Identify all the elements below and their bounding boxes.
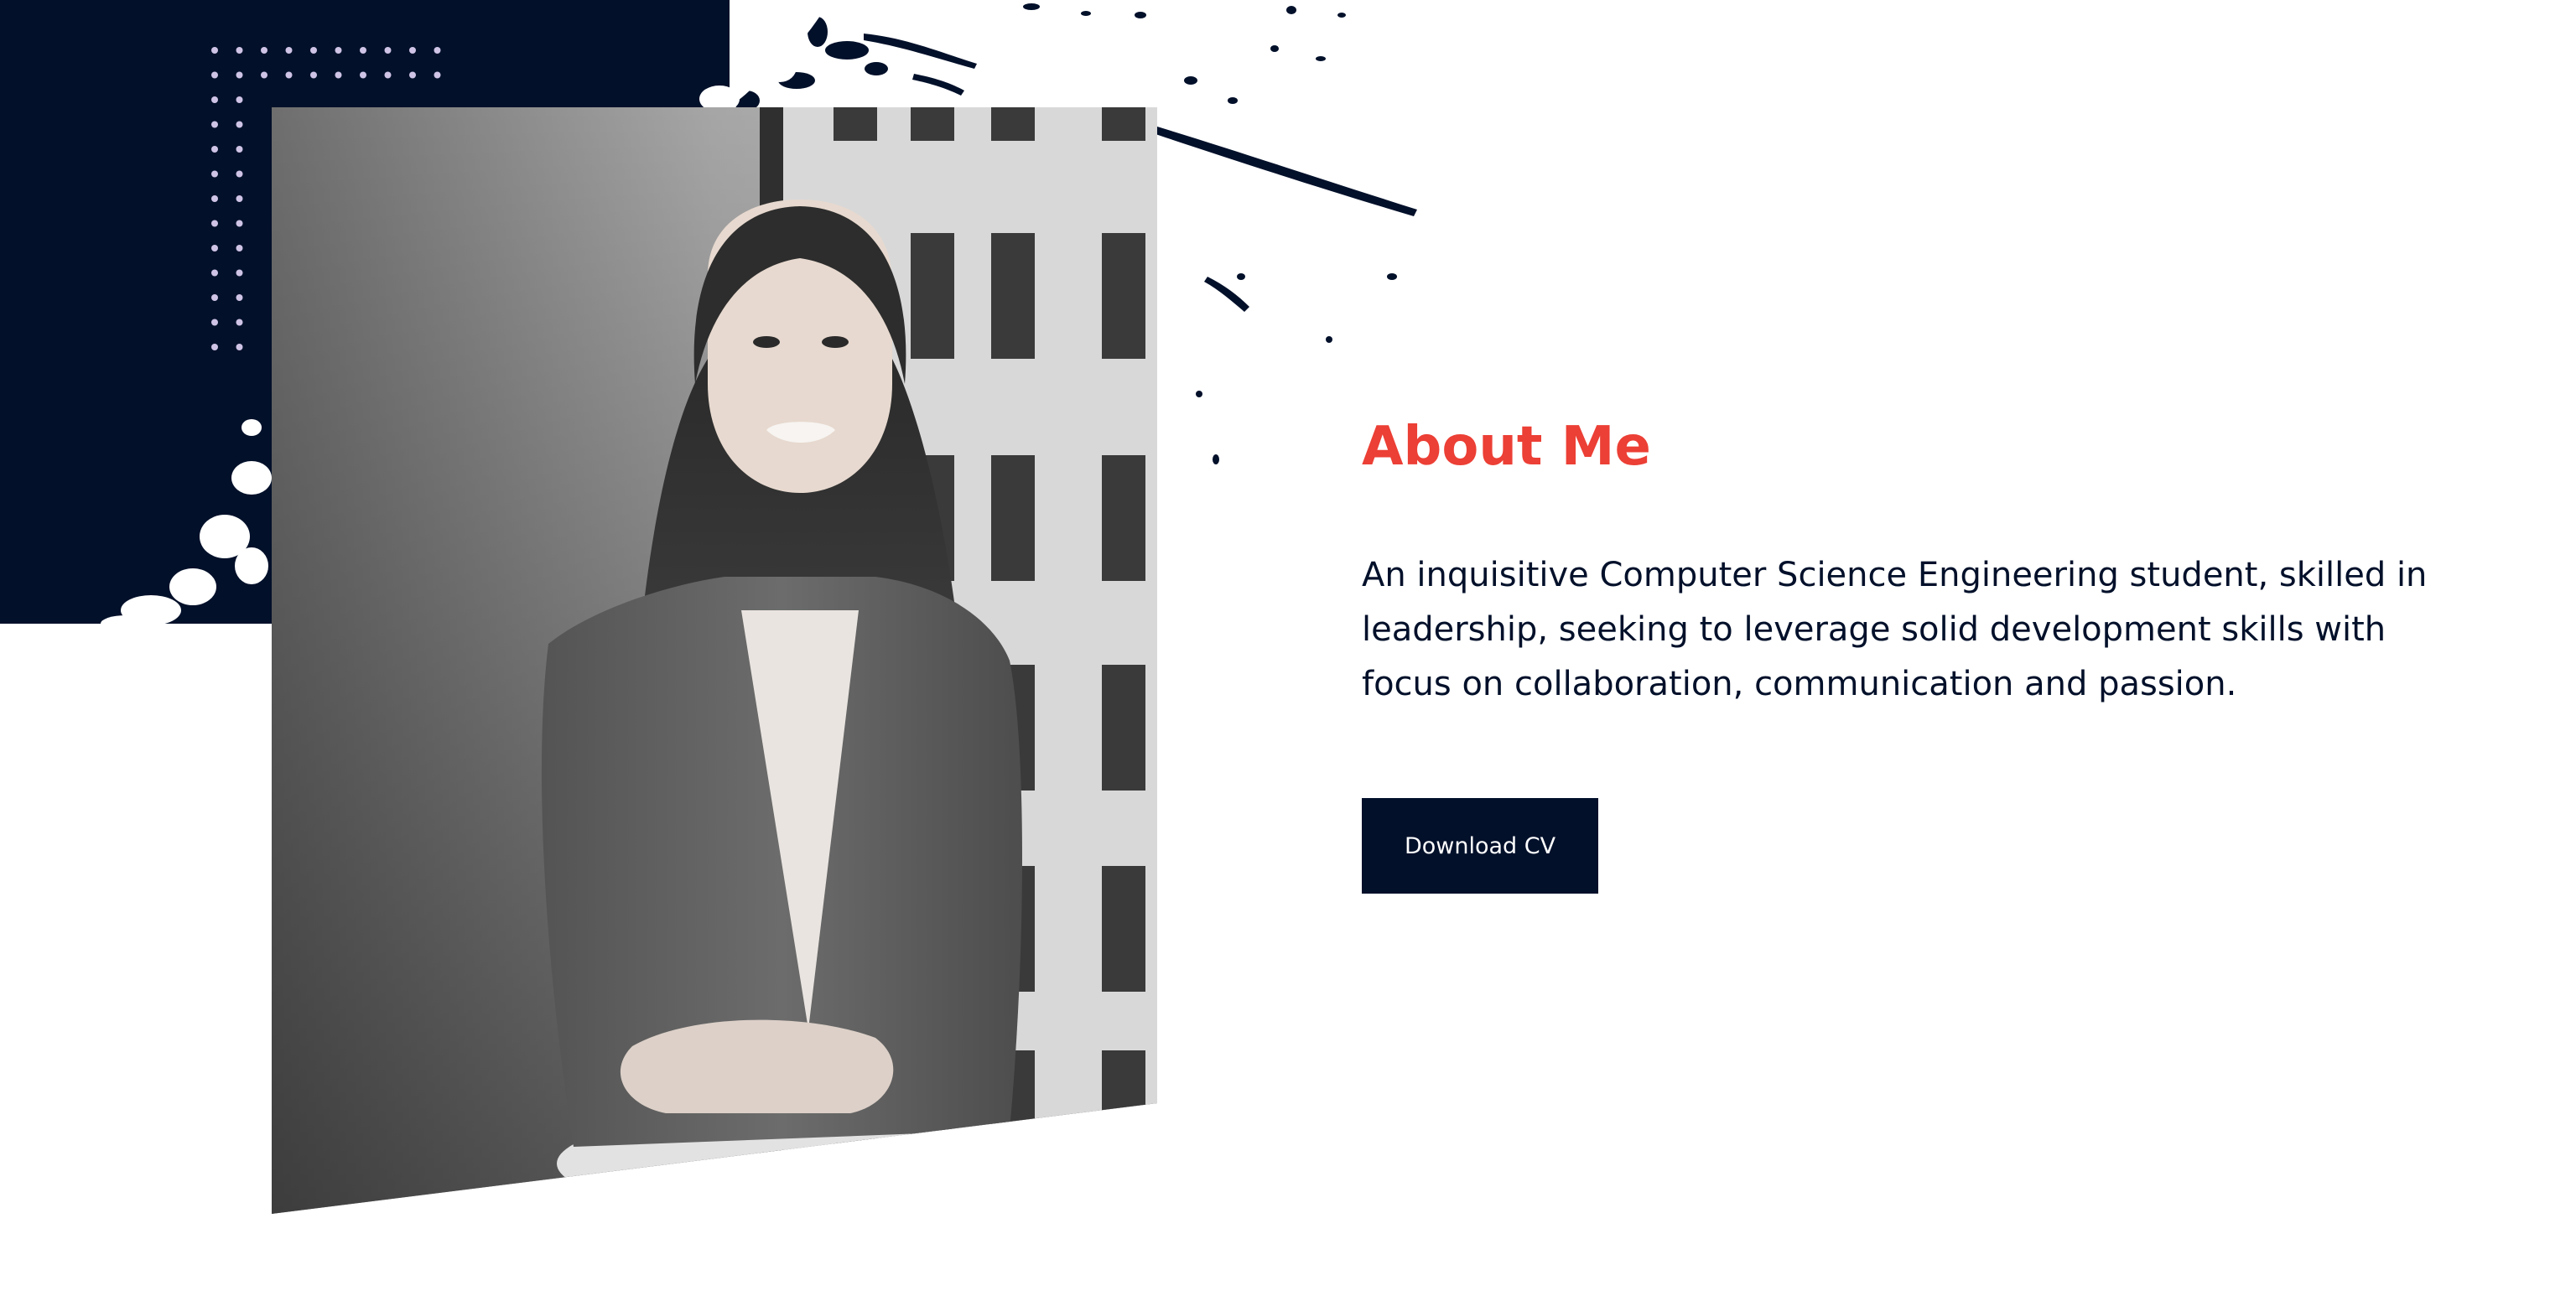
grid-dot [211, 294, 218, 301]
grid-dot [236, 220, 243, 227]
grid-dot [211, 47, 218, 54]
portrait-image [272, 107, 1157, 1214]
window-pane [1102, 107, 1145, 141]
profile-portrait [272, 107, 1157, 1214]
window-pane [991, 107, 1035, 141]
grid-dot [261, 47, 267, 54]
grid-dot [211, 220, 218, 227]
about-heading: About Me [1362, 416, 1651, 478]
grid-dot [236, 294, 243, 301]
grid-dot [360, 71, 366, 79]
grid-dot [335, 71, 342, 79]
window-pane [991, 233, 1035, 359]
grid-dot [285, 71, 293, 79]
grid-dot [211, 195, 218, 202]
grid-dot [236, 146, 243, 153]
grid-dot [434, 47, 441, 54]
grid-dot [236, 195, 243, 202]
grid-dot [211, 146, 218, 153]
grid-dot [211, 344, 218, 350]
grid-dot [211, 269, 218, 277]
grid-dot [261, 71, 267, 79]
grid-dot [335, 47, 342, 54]
window-pane [1102, 455, 1145, 581]
download-cv-button[interactable]: Download CV [1362, 798, 1598, 894]
grid-dot [211, 121, 218, 128]
window-pane [834, 107, 877, 141]
grid-dot [211, 71, 218, 79]
window-pane [1102, 233, 1145, 359]
grid-dot [236, 121, 243, 128]
grid-dot [236, 71, 243, 79]
grid-dot [211, 319, 218, 326]
grid-dot [236, 245, 243, 251]
grid-dot [236, 344, 243, 350]
grid-dot [409, 71, 416, 79]
grid-dot [384, 71, 392, 79]
grid-dot [409, 47, 416, 54]
grid-dot [384, 47, 392, 54]
grid-dot [285, 47, 293, 54]
grid-dot [360, 47, 366, 54]
grid-dot [434, 71, 441, 79]
window-pane [911, 107, 954, 141]
grid-dot [211, 245, 218, 251]
grid-dot [236, 269, 243, 277]
window-pane [911, 233, 954, 359]
about-paragraph: An inquisitive Computer Science Engineer… [1362, 556, 2428, 703]
window-pane [1102, 665, 1145, 791]
window-pane [1102, 866, 1145, 992]
grid-dot [236, 96, 243, 103]
grid-dot [211, 96, 218, 103]
grid-dot [211, 170, 218, 178]
window-pane [991, 455, 1035, 581]
grid-dot [236, 170, 243, 178]
grid-dot [236, 47, 243, 54]
grid-dot [236, 319, 243, 326]
grid-dot [310, 71, 317, 79]
grid-dot [310, 47, 317, 54]
window-pane [1102, 1050, 1145, 1176]
